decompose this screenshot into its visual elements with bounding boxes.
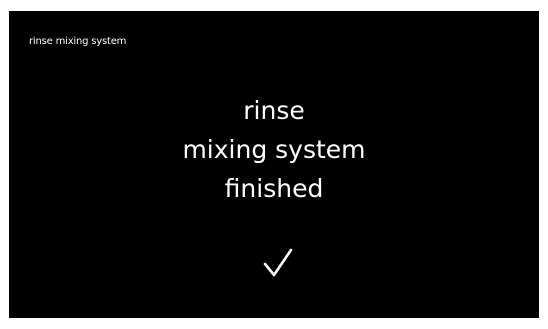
status-message: rinse mixing system finished — [9, 91, 539, 208]
display-screen: rinse mixing system rinse mixing system … — [9, 11, 539, 318]
message-line-1: rinse — [243, 96, 305, 125]
message-line-3: finished — [224, 174, 324, 203]
checkmark-icon — [263, 248, 293, 277]
screen-title: rinse mixing system — [29, 36, 127, 47]
message-line-2: mixing system — [182, 135, 366, 164]
